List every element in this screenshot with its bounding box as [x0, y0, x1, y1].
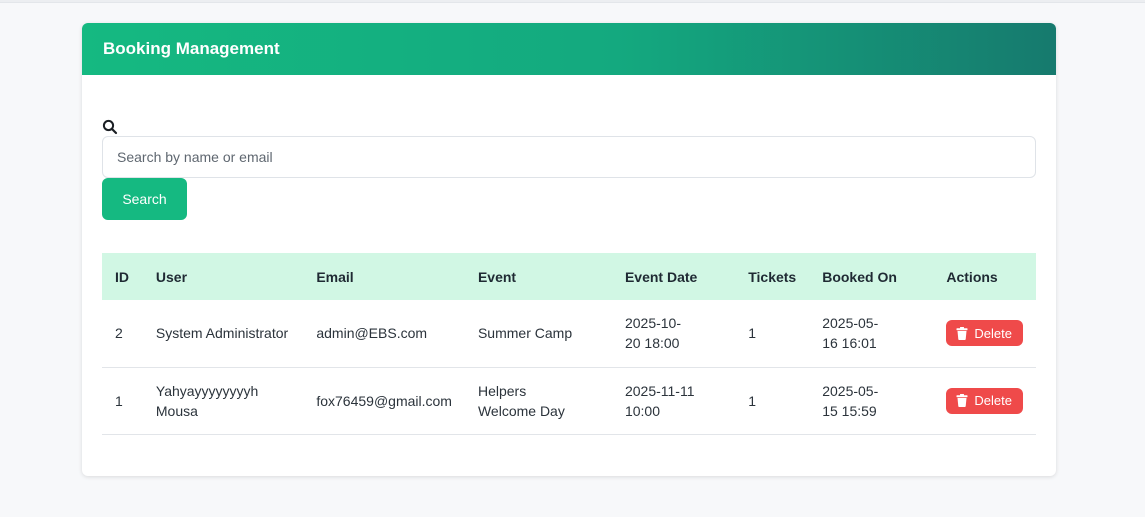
- column-header-id: ID: [115, 268, 129, 285]
- cell-user: Yahyayyyyyyyyh Mousa: [142, 367, 304, 435]
- column-header-email: Email: [316, 268, 354, 285]
- delete-button-label: Delete: [974, 325, 1012, 341]
- cell-event: Helpers Welcome Day: [464, 367, 612, 435]
- table-header-row: ID User Email Event Event Date Tickets B…: [102, 253, 1036, 300]
- search-icon: [102, 119, 118, 135]
- cell-actions: Delete: [933, 367, 1036, 435]
- delete-button-label: Delete: [974, 393, 1012, 408]
- cell-email: fox76459@gmail.com: [303, 367, 465, 435]
- column-header-booked-on: Booked On: [822, 268, 897, 285]
- cell-event-date: 2025-10-20 18:00: [611, 300, 736, 368]
- cell-event: Summer Camp: [464, 300, 612, 368]
- column-header-user: User: [155, 268, 188, 285]
- delete-button[interactable]: Delete: [946, 387, 1023, 414]
- column-header-event-date: Event Date: [624, 268, 698, 285]
- column-header-tickets: Tickets: [748, 268, 797, 285]
- cell-user: System Administrator: [142, 300, 304, 368]
- cell-booked-on: 2025-05-16 16:01: [809, 300, 934, 368]
- booking-management-card: Booking Management Search ID User Email …: [82, 23, 1056, 476]
- table-row: 2 System Administrator admin@EBS.com Sum…: [102, 300, 1036, 368]
- column-header-actions: Actions: [946, 268, 998, 285]
- cell-id: 1: [102, 367, 143, 435]
- card-header: Booking Management: [82, 23, 1056, 75]
- cell-tickets: 1: [735, 367, 810, 435]
- cell-tickets: 1: [735, 300, 810, 368]
- search-input[interactable]: [102, 136, 1036, 178]
- bookings-table: ID User Email Event Event Date Tickets B…: [102, 253, 1036, 435]
- cell-id: 2: [102, 300, 143, 368]
- search-button[interactable]: Search: [102, 178, 187, 220]
- table-row: 1 Yahyayyyyyyyyh Mousa fox76459@gmail.co…: [102, 367, 1036, 435]
- cell-email: admin@EBS.com: [303, 300, 465, 368]
- page-title: Booking Management: [103, 39, 280, 58]
- top-border: [0, 0, 1145, 3]
- cell-event-date: 2025-11-11 10:00: [611, 367, 736, 435]
- cell-actions: Delete: [933, 300, 1036, 368]
- delete-button[interactable]: Delete: [946, 320, 1023, 347]
- cell-booked-on: 2025-05-15 15:59: [809, 367, 934, 435]
- trash-icon: [956, 394, 968, 407]
- trash-icon: [956, 326, 968, 340]
- column-header-event: Event: [477, 268, 517, 285]
